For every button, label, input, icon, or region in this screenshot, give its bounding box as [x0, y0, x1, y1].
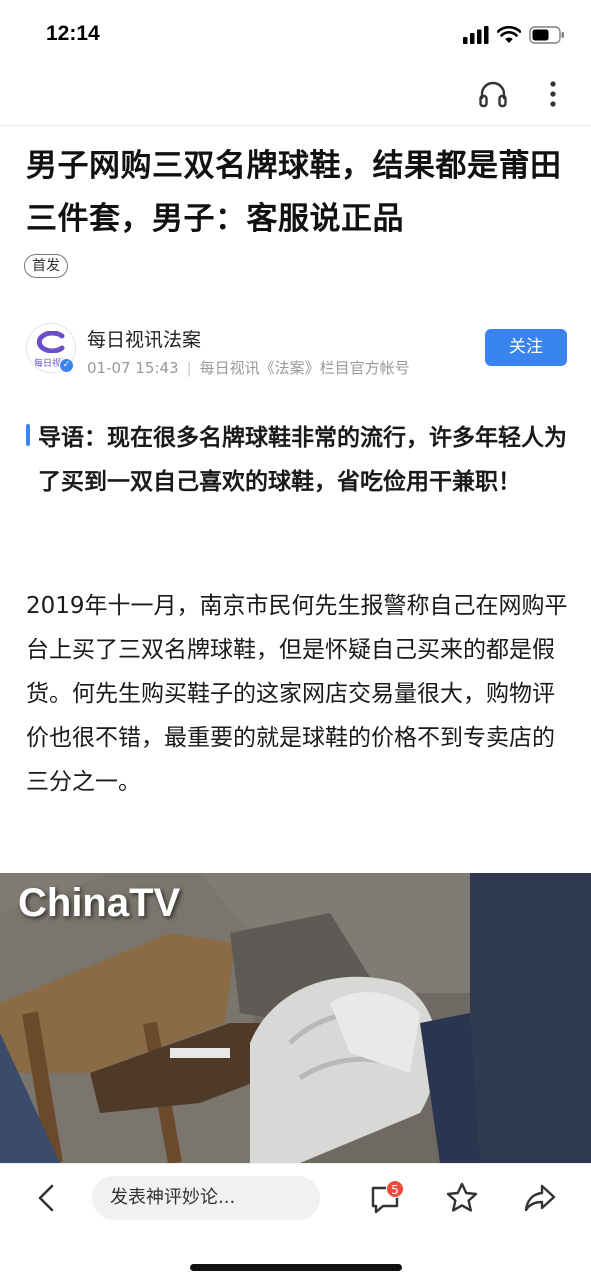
- signal-icon: [463, 26, 489, 44]
- article-title: 男子网购三双名牌球鞋，结果都是莆田三件套，男子：客服说正品: [26, 148, 562, 237]
- status-time: 12:14: [46, 22, 100, 45]
- back-button[interactable]: [28, 1178, 64, 1222]
- verified-icon: ✓: [59, 358, 74, 373]
- bottom-toolbar: 发表神评妙论... 5: [0, 1163, 591, 1279]
- video-watermark: ChinaTV: [18, 881, 181, 925]
- listen-button[interactable]: [473, 74, 513, 114]
- wifi-icon: [497, 26, 521, 43]
- comment-input[interactable]: 发表神评妙论...: [92, 1176, 320, 1220]
- author-meta: 01-07 15:43 | 每日视讯《法案》栏目官方帐号: [87, 357, 410, 378]
- publish-time: 01-07 15:43: [87, 359, 179, 377]
- author-row: 每日视讯 ✓ 每日视讯法案 01-07 15:43 | 每日视讯《法案》栏目官方帐号…: [0, 318, 591, 380]
- channel-logo-icon: [36, 331, 65, 353]
- star-icon: [446, 1182, 478, 1212]
- article-lead: 导语：现在很多名牌球鞋非常的流行，许多年轻人为了买到一双自己喜欢的球鞋，省吃俭用…: [38, 425, 567, 495]
- author-name[interactable]: 每日视讯法案: [87, 325, 201, 352]
- status-bar: 12:14: [0, 0, 591, 70]
- more-icon: [550, 81, 556, 107]
- first-release-badge: 首发: [24, 254, 68, 278]
- meta-divider: |: [186, 359, 192, 377]
- back-icon: [38, 1184, 54, 1212]
- more-button[interactable]: [533, 74, 573, 114]
- follow-button[interactable]: 关注: [485, 329, 567, 366]
- comment-count-badge: 5: [386, 1180, 404, 1198]
- headphones-icon: [479, 81, 507, 108]
- article-paragraph: 2019年十一月，南京市民何先生报警称自己在网购平台上买了三双名牌球鞋，但是怀疑…: [26, 593, 568, 795]
- status-icons: [463, 24, 565, 46]
- author-description: 每日视讯《法案》栏目官方帐号: [199, 359, 410, 377]
- home-indicator: [190, 1264, 402, 1271]
- favorite-button[interactable]: [442, 1178, 482, 1222]
- top-bar: [0, 70, 591, 126]
- share-button[interactable]: [520, 1178, 560, 1222]
- share-icon: [524, 1184, 556, 1212]
- battery-icon: [529, 26, 564, 44]
- video-player[interactable]: ChinaTV: [0, 873, 591, 1163]
